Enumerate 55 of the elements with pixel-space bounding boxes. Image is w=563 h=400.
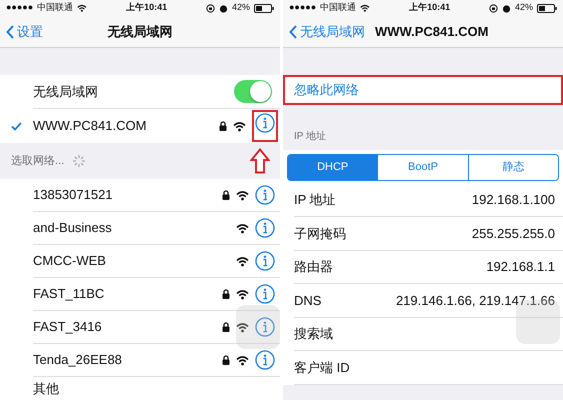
wifi-icon (77, 4, 88, 12)
field-label: 客户端 ID (294, 358, 351, 376)
field-value: 255.255.255.0 (472, 224, 555, 242)
info-button[interactable] (255, 284, 275, 304)
wifi-icon (236, 354, 249, 366)
field-label: IP 地址 (294, 191, 337, 209)
field-value: 219.146.1.66, 219.147.1.66 (396, 292, 555, 310)
segment-tab[interactable]: DHCP (288, 155, 378, 180)
section-header: IP 地址 (294, 130, 326, 144)
rotation-lock-icon (206, 4, 215, 12)
field-label: 搜索域 (294, 325, 334, 343)
forget-network-button[interactable]: 忽略此网络 (283, 75, 563, 105)
info-button[interactable] (255, 317, 275, 337)
other-network[interactable]: 其他 (33, 378, 59, 398)
status-time: 上午10:41 (126, 1, 168, 14)
wifi-icon (233, 120, 246, 132)
wifi-icon (236, 222, 249, 234)
battery-percent: 42% (514, 1, 533, 14)
back-chevron-icon (6, 24, 14, 38)
field-value: 192.168.1.1 (486, 258, 555, 276)
carrier-name: 中国联通 (37, 1, 74, 14)
info-button[interactable] (255, 350, 275, 370)
rotation-lock-icon (488, 4, 498, 12)
signal-dots: ●●●●● (6, 1, 34, 14)
wifi-icon (236, 256, 249, 266)
up-arrow-icon (250, 148, 270, 174)
field-label: 子网掩码 (294, 224, 347, 242)
field-label: 路由器 (294, 258, 334, 276)
info-button[interactable] (255, 251, 275, 271)
back-button[interactable]: 无线局域网 (289, 22, 365, 42)
wifi-icon (236, 288, 249, 300)
battery-icon (536, 4, 557, 12)
wifi-icon (236, 190, 249, 200)
section-header: 选取网络... (11, 154, 64, 169)
back-chevron-icon (289, 24, 297, 38)
battery-icon (254, 4, 274, 12)
wifi-icon (236, 322, 249, 332)
field-value: 192.168.1.100 (472, 191, 555, 209)
back-button[interactable]: 设置 (6, 22, 43, 42)
wifi-toggle[interactable] (234, 80, 272, 103)
assistive-touch-button[interactable] (236, 305, 280, 349)
field-label: DNS (294, 292, 322, 310)
info-button[interactable] (255, 218, 275, 238)
signal-dots: ●●●●● (289, 1, 316, 14)
nav-title: 无线局域网 (108, 24, 172, 39)
carrier-name: 中国联通 (320, 1, 356, 14)
loading-spinner-icon (72, 154, 86, 168)
battery-percent: 42% (232, 1, 250, 14)
status-time: 上午10:41 (409, 1, 450, 14)
info-button[interactable] (255, 185, 275, 205)
wifi-icon (360, 4, 370, 12)
nav-title: WWW.PC841.COM (375, 24, 488, 39)
segment-tab[interactable]: 静态 (468, 155, 558, 180)
wifi-label: 无线局域网 (33, 82, 99, 101)
info-button[interactable] (255, 113, 275, 134)
